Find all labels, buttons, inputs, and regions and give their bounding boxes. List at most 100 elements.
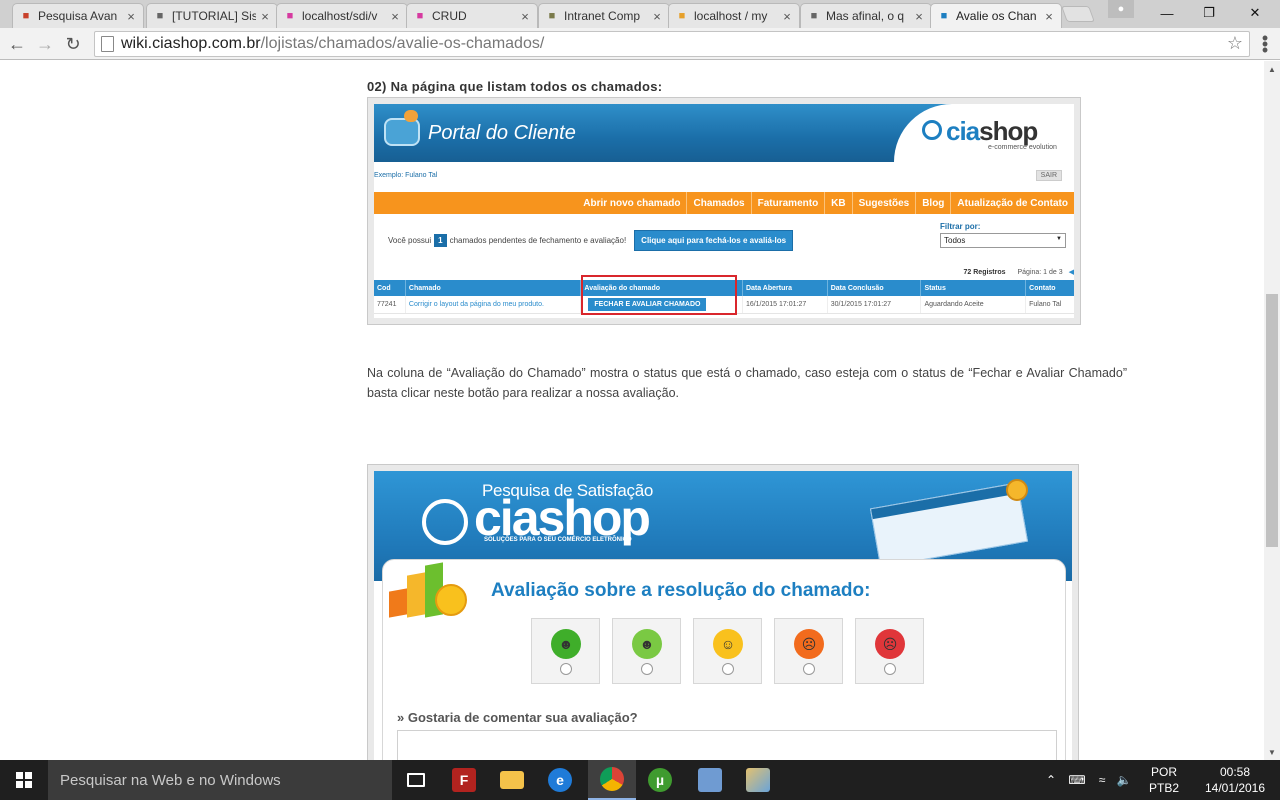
browser-tab[interactable]: ■ Avalie os Chan × <box>930 3 1062 28</box>
close-tab-icon[interactable]: × <box>389 9 401 24</box>
logout-button[interactable]: SAIR <box>1035 170 1062 181</box>
cell-data-abertura: 16/1/2015 17:01:27 <box>743 296 828 313</box>
clock-date: 14/01/2016 <box>1204 781 1266 795</box>
intranet-icon: ■ <box>548 10 556 22</box>
rating-radio[interactable] <box>884 663 896 675</box>
close-tab-icon[interactable]: × <box>125 9 137 24</box>
cell-chamado-link[interactable]: Corrigir o layout da página do meu produ… <box>406 296 582 313</box>
tab-title: Mas afinal, o q <box>826 9 905 23</box>
comment-label: » Gostaria de comentar sua avaliação? <box>397 710 638 725</box>
scroll-up-arrow-icon[interactable]: ▲ <box>1264 61 1280 77</box>
close-tab-icon[interactable]: × <box>519 9 531 24</box>
close-window-button[interactable]: ✕ <box>1234 0 1276 26</box>
cell-cod: 77241 <box>374 296 406 313</box>
browser-tab[interactable]: ■ CRUD × <box>406 3 538 28</box>
nav-abrir-chamado[interactable]: Abrir novo chamado <box>577 192 686 214</box>
rating-option-4[interactable]: ☹ <box>774 618 843 684</box>
neutral-face-icon: ☺ <box>713 629 743 659</box>
records-info: 72 Registros Página: 1 de 3 ◀ <box>964 268 1074 276</box>
brand-cia: cia <box>946 116 980 146</box>
close-tab-icon[interactable]: × <box>651 9 663 24</box>
language-indicator[interactable]: POR PTB2 <box>1138 764 1190 796</box>
file-explorer-icon[interactable] <box>488 760 536 800</box>
page-indicator: Página: 1 de 3 <box>1017 269 1063 276</box>
browser-tab[interactable]: ■ Intranet Comp × <box>538 3 670 28</box>
start-button[interactable] <box>0 760 48 800</box>
portal-title: Portal do Cliente <box>428 122 576 144</box>
comment-textarea[interactable] <box>397 730 1057 760</box>
rating-option-5[interactable]: ☹ <box>855 618 924 684</box>
rating-radio[interactable] <box>722 663 734 675</box>
scrollbar-thumb[interactable] <box>1266 294 1278 547</box>
virtualbox-icon[interactable] <box>686 760 734 800</box>
records-count: 72 Registros <box>963 269 1006 276</box>
browser-tab[interactable]: ■ localhost/sdi/v × <box>276 3 408 28</box>
col-data-abertura: Data Abertura <box>743 280 828 296</box>
scroll-down-arrow-icon[interactable]: ▼ <box>1264 744 1280 760</box>
filezilla-icon[interactable]: F <box>440 760 488 800</box>
chrome-menu-icon[interactable]: • • • <box>1256 29 1274 59</box>
close-tab-icon[interactable]: × <box>1043 9 1055 24</box>
portal-screenshot: Portal do Cliente ciashop e-commerce evo… <box>367 97 1081 325</box>
address-bar[interactable]: wiki.ciashop.com.br/lojistas/chamados/av… <box>94 31 1250 57</box>
rating-option-1[interactable]: ☻ <box>531 618 600 684</box>
maximize-button[interactable]: ❐ <box>1188 0 1230 26</box>
portal-nav: Abrir novo chamado Chamados Faturamento … <box>374 192 1074 214</box>
back-arrow-icon[interactable]: ← <box>6 33 28 55</box>
nav-blog[interactable]: Blog <box>915 192 950 214</box>
browser-tab[interactable]: ■ Mas afinal, o q × <box>800 3 932 28</box>
paint-icon[interactable] <box>734 760 782 800</box>
page-scrollbar[interactable]: ▲ ▼ <box>1264 61 1280 760</box>
highlight-box <box>581 275 737 315</box>
survey-tagline: SOLUÇÕES PARA O SEU COMÉRCIO ELETRÔNICO <box>484 537 632 543</box>
rating-radio[interactable] <box>641 663 653 675</box>
survey-question: Avaliação sobre a resolução do chamado: <box>491 580 871 601</box>
chrome-icon[interactable] <box>588 760 636 800</box>
filter-label: Filtrar por: <box>940 222 981 231</box>
edge-icon[interactable]: e <box>536 760 584 800</box>
clock[interactable]: 00:58 14/01/2016 <box>1196 764 1274 796</box>
survey-body: Avaliação sobre a resolução do chamado: … <box>382 559 1066 760</box>
next-page-icon[interactable]: ◀ <box>1069 269 1074 276</box>
very-sad-face-icon: ☹ <box>875 629 905 659</box>
reload-icon[interactable]: ↻ <box>62 33 84 55</box>
tray-chevron-icon[interactable]: ⌃ <box>1042 760 1060 800</box>
filter-select[interactable]: Todos <box>940 233 1066 248</box>
task-view-icon[interactable] <box>392 760 440 800</box>
rating-radio[interactable] <box>803 663 815 675</box>
nav-chamados[interactable]: Chamados <box>686 192 750 214</box>
forward-arrow-icon[interactable]: → <box>34 33 56 55</box>
close-tab-icon[interactable]: × <box>259 9 271 24</box>
very-happy-face-icon: ☻ <box>551 629 581 659</box>
step-heading: 02) Na página que listam todos os chamad… <box>367 79 663 94</box>
input-method-icon[interactable]: ⌨ <box>1066 760 1088 800</box>
tab-title: localhost / my <box>694 9 768 23</box>
close-tab-icon[interactable]: × <box>781 9 793 24</box>
nav-faturamento[interactable]: Faturamento <box>750 192 825 214</box>
rating-option-2[interactable]: ☻ <box>612 618 681 684</box>
bookmark-star-icon[interactable]: ☆ <box>1227 33 1243 54</box>
minimize-button[interactable]: — <box>1146 0 1188 26</box>
ticket-system-illustration <box>869 482 1029 568</box>
example-user: Exemplo: Fulano Tal <box>374 172 438 179</box>
pending-suffix: chamados pendentes de fechamento e avali… <box>449 236 627 245</box>
browser-tab[interactable]: ■ localhost / my × <box>668 3 800 28</box>
close-tab-icon[interactable]: × <box>913 9 925 24</box>
browser-tab[interactable]: ■ Pesquisa Avan × <box>12 3 144 28</box>
rating-radio[interactable] <box>560 663 572 675</box>
wifi-icon[interactable]: ≈ <box>1092 760 1112 800</box>
nav-kb[interactable]: KB <box>824 192 851 214</box>
new-tab-button[interactable] <box>1061 6 1095 22</box>
tab-title: Avalie os Chan <box>956 9 1037 23</box>
chat-bubble-icon <box>384 110 420 146</box>
browser-tab[interactable]: ■ [TUTORIAL] Sis × <box>146 3 278 28</box>
nav-sugestoes[interactable]: Sugestões <box>851 192 916 214</box>
close-and-rate-all-button[interactable]: Clique aqui para fechá-los e avaliá-los <box>634 230 794 251</box>
utorrent-icon[interactable]: µ <box>636 760 684 800</box>
profile-icon[interactable]: ● <box>1108 0 1134 18</box>
ciashop-logo: ciashop e-commerce evolution <box>894 104 1074 162</box>
volume-icon[interactable]: 🔈 <box>1114 760 1134 800</box>
nav-atualizacao-contato[interactable]: Atualização de Contato <box>950 192 1074 214</box>
rating-option-3[interactable]: ☺ <box>693 618 762 684</box>
taskbar-search[interactable]: Pesquisar na Web e no Windows <box>48 760 392 800</box>
